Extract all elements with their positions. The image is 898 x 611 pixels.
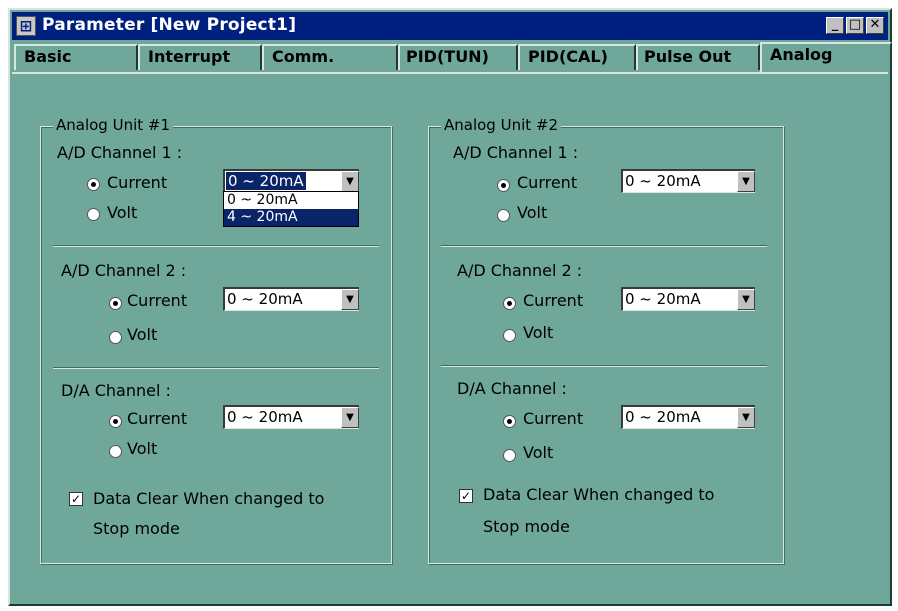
da-range-combo[interactable]: 0 ~ 20mA ▼ — [621, 405, 755, 429]
minimize-button[interactable]: _ — [826, 17, 844, 34]
ad1-range-combo[interactable]: 0 ~ 20mA ▼ — [223, 169, 359, 193]
data-clear-label[interactable]: Data Clear When changed to — [483, 485, 714, 504]
grid-app-icon[interactable]: ⊞ — [16, 16, 36, 36]
volt-label[interactable]: Volt — [523, 323, 553, 342]
current-label[interactable]: Current — [107, 173, 167, 192]
dropdown-arrow-icon[interactable]: ▼ — [341, 171, 359, 192]
volt-radio[interactable] — [109, 445, 122, 458]
window-title: Parameter [New Project1] — [42, 15, 297, 35]
current-label[interactable]: Current — [523, 291, 583, 310]
tab-basic[interactable]: Basic — [14, 44, 138, 70]
combo-value: 0 ~ 20mA — [625, 408, 701, 426]
close-button[interactable]: ✕ — [866, 17, 884, 34]
analog-unit-2-group: Analog Unit #2 A/D Channel 1 : Current V… — [428, 116, 784, 564]
dropdown-arrow-icon[interactable]: ▼ — [737, 289, 755, 310]
tab-pid-tun[interactable]: PID(TUN) — [398, 44, 518, 70]
volt-radio[interactable] — [497, 209, 510, 222]
group-title: Analog Unit #1 — [53, 116, 174, 134]
ad1-range-combo[interactable]: 0 ~ 20mA ▼ — [621, 169, 755, 193]
current-radio[interactable] — [497, 179, 510, 192]
volt-radio[interactable] — [109, 331, 122, 344]
current-label[interactable]: Current — [127, 291, 187, 310]
volt-radio[interactable] — [87, 208, 100, 221]
dropdown-arrow-icon[interactable]: ▼ — [341, 407, 359, 428]
combo-value: 0 ~ 20mA — [625, 172, 701, 190]
dropdown-option-highlighted[interactable]: 4 ~ 20mA — [224, 209, 358, 226]
combo-value: 0 ~ 20mA — [625, 290, 701, 308]
data-clear-checkbox[interactable]: ✓ — [69, 492, 83, 506]
data-clear-label-2[interactable]: Stop mode — [483, 517, 570, 536]
divider — [53, 245, 379, 247]
divider — [53, 367, 379, 369]
analog-tab-page: Analog Unit #1 A/D Channel 1 : Current V… — [12, 72, 888, 602]
combo-value: 0 ~ 20mA — [227, 408, 303, 426]
tab-pid-cal[interactable]: PID(CAL) — [518, 44, 636, 70]
divider — [441, 245, 767, 247]
ad2-range-combo[interactable]: 0 ~ 20mA ▼ — [223, 287, 359, 311]
tab-comm[interactable]: Comm. — [262, 44, 398, 70]
parameter-window: ⊞ Parameter [New Project1] _ □ ✕ Basic I… — [8, 8, 892, 606]
maximize-button[interactable]: □ — [846, 17, 864, 34]
da-channel-label: D/A Channel : — [457, 379, 567, 398]
current-radio[interactable] — [109, 415, 122, 428]
combo-value: 0 ~ 20mA — [226, 172, 306, 190]
tab-analog[interactable]: Analog — [760, 42, 892, 72]
volt-radio[interactable] — [503, 449, 516, 462]
dropdown-arrow-icon[interactable]: ▼ — [737, 171, 755, 192]
volt-label[interactable]: Volt — [127, 439, 157, 458]
da-channel-label: D/A Channel : — [61, 381, 171, 400]
analog-unit-1-group: Analog Unit #1 A/D Channel 1 : Current V… — [40, 116, 392, 564]
current-radio[interactable] — [109, 297, 122, 310]
ad-channel-1-label: A/D Channel 1 : — [57, 143, 183, 162]
volt-label[interactable]: Volt — [517, 203, 547, 222]
current-label[interactable]: Current — [517, 173, 577, 192]
volt-label[interactable]: Volt — [523, 443, 553, 462]
title-bar[interactable]: ⊞ Parameter [New Project1] _ □ ✕ — [12, 12, 888, 40]
current-radio[interactable] — [503, 297, 516, 310]
tab-bar: Basic Interrupt Comm. PID(TUN) PID(CAL) … — [12, 42, 892, 72]
ad-channel-1-label: A/D Channel 1 : — [453, 143, 579, 162]
current-radio[interactable] — [87, 178, 100, 191]
tab-interrupt[interactable]: Interrupt — [138, 44, 262, 70]
volt-label[interactable]: Volt — [107, 203, 137, 222]
current-label[interactable]: Current — [127, 409, 187, 428]
volt-radio[interactable] — [503, 329, 516, 342]
dropdown-option[interactable]: 0 ~ 20mA — [224, 192, 358, 209]
data-clear-label[interactable]: Data Clear When changed to — [93, 489, 324, 508]
tab-pulse-out[interactable]: Pulse Out — [636, 44, 760, 70]
current-label[interactable]: Current — [523, 409, 583, 428]
group-title: Analog Unit #2 — [441, 116, 562, 134]
da-range-combo[interactable]: 0 ~ 20mA ▼ — [223, 405, 359, 429]
dropdown-arrow-icon[interactable]: ▼ — [341, 289, 359, 310]
data-clear-checkbox[interactable]: ✓ — [459, 489, 473, 503]
ad-channel-2-label: A/D Channel 2 : — [457, 261, 583, 280]
data-clear-label-2[interactable]: Stop mode — [93, 519, 180, 538]
ad2-range-combo[interactable]: 0 ~ 20mA ▼ — [621, 287, 755, 311]
divider — [441, 365, 767, 367]
volt-label[interactable]: Volt — [127, 325, 157, 344]
dropdown-arrow-icon[interactable]: ▼ — [737, 407, 755, 428]
range-dropdown-list: 0 ~ 20mA 4 ~ 20mA — [223, 191, 359, 227]
combo-value: 0 ~ 20mA — [227, 290, 303, 308]
current-radio[interactable] — [503, 415, 516, 428]
ad-channel-2-label: A/D Channel 2 : — [61, 261, 187, 280]
